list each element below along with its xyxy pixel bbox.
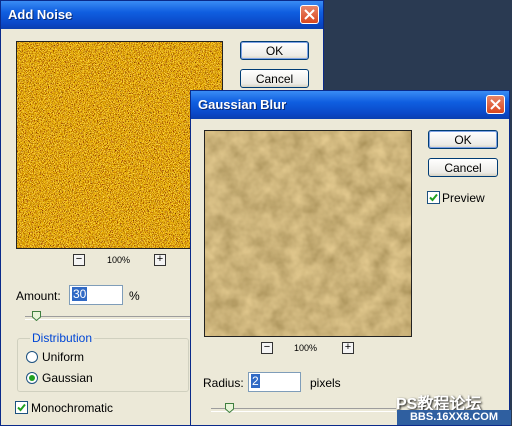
close-icon: [304, 9, 315, 20]
monochromatic-label[interactable]: Monochromatic: [31, 401, 113, 415]
add-noise-zoom-in-button[interactable]: +: [154, 254, 166, 266]
radius-value: 2: [251, 374, 260, 388]
amount-label: Amount:: [16, 289, 61, 303]
gaussian-radio-selected-dot: [29, 375, 35, 381]
uniform-label[interactable]: Uniform: [42, 350, 84, 364]
add-noise-ok-button[interactable]: OK: [240, 41, 309, 60]
amount-slider-thumb[interactable]: [32, 311, 41, 321]
checkmark-icon: [429, 193, 438, 202]
radius-slider-thumb[interactable]: [225, 403, 234, 413]
amount-unit: %: [129, 289, 140, 303]
add-noise-zoom-level: 100%: [107, 255, 131, 265]
preview-checkbox[interactable]: [427, 191, 440, 204]
uniform-radio[interactable]: [26, 351, 38, 363]
preview-label[interactable]: Preview: [442, 191, 485, 205]
monochromatic-checkbox[interactable]: [15, 401, 28, 414]
gaussian-radio[interactable]: [26, 372, 38, 384]
checkmark-icon: [17, 403, 26, 412]
gaussian-blur-cancel-button[interactable]: Cancel: [428, 158, 498, 177]
add-noise-title: Add Noise: [8, 7, 73, 22]
add-noise-close-button[interactable]: [300, 5, 319, 24]
gaussian-blur-zoom-out-button[interactable]: −: [261, 342, 273, 354]
amount-input[interactable]: 30: [69, 285, 123, 305]
watermark-url: BBS.16XX8.COM: [397, 410, 511, 425]
radius-unit: pixels: [310, 376, 341, 390]
blurred-texture-image: [205, 131, 411, 336]
gaussian-blur-zoom-level: 100%: [294, 343, 318, 353]
gaussian-label[interactable]: Gaussian: [42, 371, 93, 385]
radius-label: Radius:: [203, 376, 244, 390]
radius-input[interactable]: 2: [248, 372, 301, 392]
gaussian-blur-title: Gaussian Blur: [198, 97, 287, 112]
radius-slider-track[interactable]: [211, 408, 396, 412]
close-icon: [490, 99, 501, 110]
gaussian-blur-preview[interactable]: [204, 130, 412, 337]
amount-slider-track[interactable]: [25, 316, 190, 320]
add-noise-zoom-out-button[interactable]: −: [73, 254, 85, 266]
gaussian-blur-dialog: Gaussian Blur − 100% + OK Cancel Preview…: [190, 90, 510, 426]
add-noise-title-bar[interactable]: Add Noise: [1, 1, 323, 29]
gaussian-blur-ok-button[interactable]: OK: [428, 130, 498, 149]
add-noise-cancel-button[interactable]: Cancel: [240, 69, 309, 88]
gaussian-blur-close-button[interactable]: [486, 95, 505, 114]
gaussian-blur-title-bar[interactable]: Gaussian Blur: [191, 91, 509, 119]
amount-value: 30: [72, 287, 88, 301]
gaussian-blur-zoom-in-button[interactable]: +: [342, 342, 354, 354]
distribution-label: Distribution: [30, 331, 95, 345]
